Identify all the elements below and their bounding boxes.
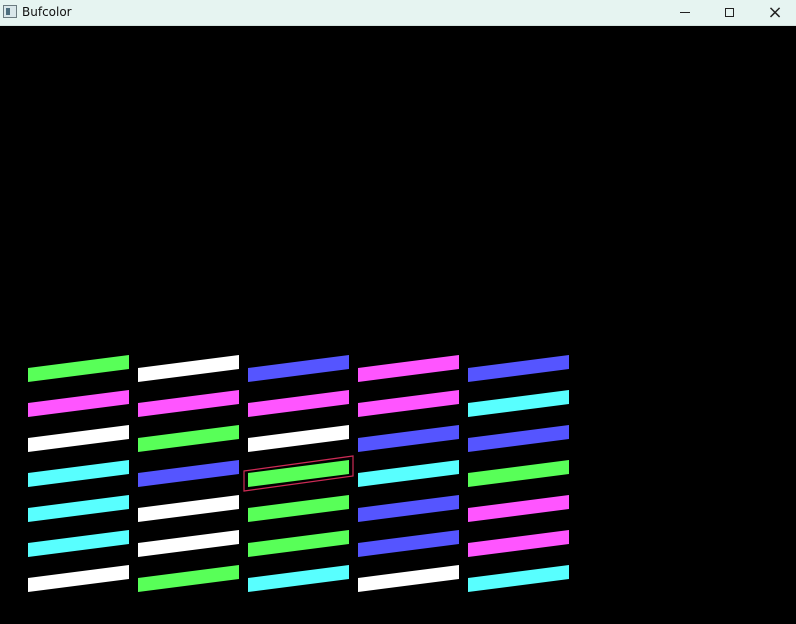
- tile-5-5[interactable]: [468, 495, 569, 522]
- maximize-icon: [724, 8, 734, 17]
- close-button[interactable]: ×: [752, 0, 796, 25]
- game-board[interactable]: [0, 26, 796, 624]
- window-title: Bufcolor: [22, 5, 72, 19]
- tile-2-2[interactable]: [138, 390, 239, 417]
- tile-5-1[interactable]: [468, 355, 569, 382]
- tile-3-6[interactable]: [248, 530, 349, 557]
- tile-4-5[interactable]: [358, 495, 459, 522]
- tile-2-6[interactable]: [138, 530, 239, 557]
- tile-canvas[interactable]: [0, 26, 796, 624]
- tile-4-7[interactable]: [358, 565, 459, 592]
- tile-4-6[interactable]: [358, 530, 459, 557]
- minimize-icon: [680, 12, 690, 13]
- maximize-button[interactable]: [706, 0, 752, 25]
- tile-1-6[interactable]: [28, 530, 129, 557]
- tile-4-3[interactable]: [358, 425, 459, 452]
- tile-4-2[interactable]: [358, 390, 459, 417]
- app-window: Bufcolor ×: [0, 0, 796, 624]
- tile-1-2[interactable]: [28, 390, 129, 417]
- tile-2-5[interactable]: [138, 495, 239, 522]
- title-bar[interactable]: Bufcolor ×: [0, 0, 796, 26]
- tile-2-7[interactable]: [138, 565, 239, 592]
- tile-1-7[interactable]: [28, 565, 129, 592]
- tile-5-7[interactable]: [468, 565, 569, 592]
- close-icon: ×: [767, 1, 783, 23]
- tile-5-2[interactable]: [468, 390, 569, 417]
- tile-2-1[interactable]: [138, 355, 239, 382]
- tile-3-1[interactable]: [248, 355, 349, 382]
- tile-5-3[interactable]: [468, 425, 569, 452]
- tile-1-5[interactable]: [28, 495, 129, 522]
- tile-2-3[interactable]: [138, 425, 239, 452]
- tile-1-1[interactable]: [28, 355, 129, 382]
- tile-3-5[interactable]: [248, 495, 349, 522]
- tile-1-4[interactable]: [28, 460, 129, 487]
- tile-4-1[interactable]: [358, 355, 459, 382]
- app-icon: [3, 5, 17, 18]
- tile-5-4[interactable]: [468, 460, 569, 487]
- tile-1-3[interactable]: [28, 425, 129, 452]
- tile-3-2[interactable]: [248, 390, 349, 417]
- tile-4-4[interactable]: [358, 460, 459, 487]
- tile-5-6[interactable]: [468, 530, 569, 557]
- minimize-button[interactable]: [662, 0, 708, 25]
- tile-3-3[interactable]: [248, 425, 349, 452]
- tile-2-4[interactable]: [138, 460, 239, 487]
- tile-3-7[interactable]: [248, 565, 349, 592]
